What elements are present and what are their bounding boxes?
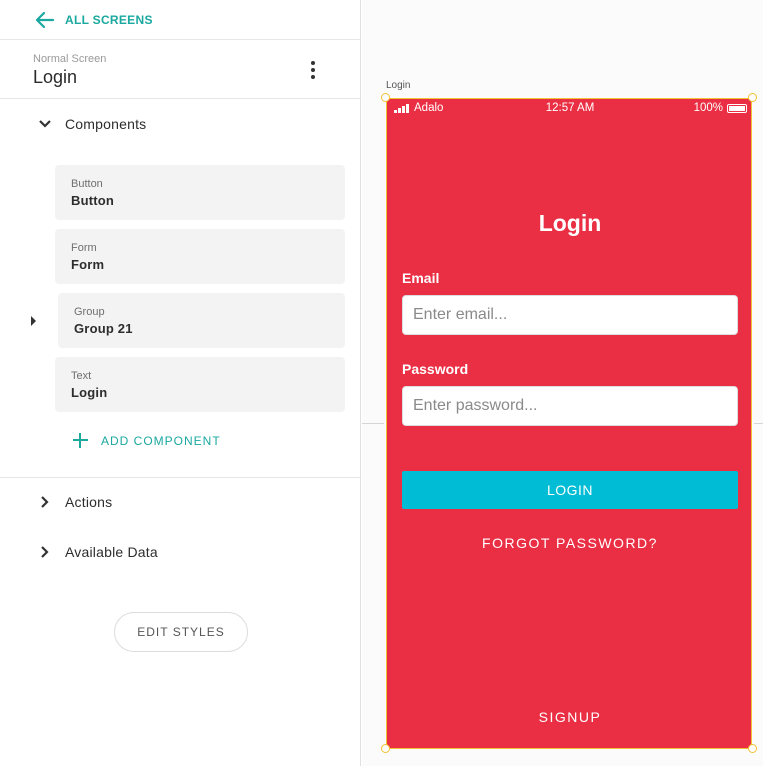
component-item-text[interactable]: Text Login [55, 357, 345, 412]
link-connector [754, 423, 763, 424]
resize-handle[interactable] [381, 93, 390, 102]
component-name: Form [71, 257, 105, 272]
signup-link[interactable]: SIGNUP [387, 709, 751, 725]
link-connector [362, 423, 384, 424]
chevron-right-icon [41, 546, 49, 558]
email-label: Email [402, 270, 440, 286]
password-label: Password [402, 361, 469, 377]
email-input[interactable] [403, 296, 737, 334]
battery-icon [727, 104, 747, 113]
screen-frame[interactable]: Adalo 12:57 AM 100% Login Email Password… [386, 98, 752, 749]
all-screens-link[interactable]: ALL SCREENS [0, 0, 361, 40]
divider [0, 477, 361, 478]
component-name: Login [71, 385, 108, 400]
resize-handle[interactable] [381, 744, 390, 753]
components-label: Components [65, 116, 147, 132]
screen-header: Normal Screen Login [0, 40, 361, 99]
arrow-left-icon [35, 11, 55, 29]
actions-label: Actions [65, 494, 113, 510]
battery-percent: 100% [693, 102, 723, 114]
status-bar: Adalo 12:57 AM 100% [387, 99, 751, 119]
add-component-button[interactable]: ADD COMPONENT [70, 430, 270, 452]
chevron-down-icon [39, 120, 51, 128]
email-field[interactable] [402, 295, 738, 335]
component-item-button[interactable]: Button Button [55, 165, 345, 220]
password-input[interactable] [403, 387, 737, 425]
component-name: Button [71, 193, 115, 208]
component-type: Text [71, 370, 92, 382]
caret-right-icon[interactable] [31, 316, 36, 326]
more-options-icon[interactable] [303, 60, 323, 80]
login-title[interactable]: Login [387, 210, 751, 237]
forgot-password-link[interactable]: FORGOT PASSWORD? [387, 535, 751, 551]
component-item-group[interactable]: Group Group 21 [58, 293, 345, 348]
screen-name[interactable]: Login [33, 67, 77, 88]
resize-handle[interactable] [748, 93, 757, 102]
screen-panel: ALL SCREENS Normal Screen Login Componen… [0, 0, 361, 766]
screen-frame-label[interactable]: Login [386, 80, 410, 91]
component-type: Form [71, 242, 97, 254]
available-data-label: Available Data [65, 544, 158, 560]
resize-handle[interactable] [748, 744, 757, 753]
component-name: Group 21 [74, 321, 133, 336]
available-data-section-toggle[interactable]: Available Data [0, 537, 361, 567]
password-field[interactable] [402, 386, 738, 426]
chevron-right-icon [41, 496, 49, 508]
actions-section-toggle[interactable]: Actions [0, 487, 361, 517]
all-screens-label: ALL SCREENS [65, 13, 153, 27]
screen-type: Normal Screen [33, 53, 107, 65]
plus-icon [73, 433, 88, 448]
component-type: Button [71, 178, 103, 190]
component-item-form[interactable]: Form Form [55, 229, 345, 284]
login-button[interactable]: LOGIN [402, 471, 738, 509]
component-type: Group [74, 306, 105, 318]
edit-styles-button[interactable]: EDIT STYLES [114, 612, 248, 652]
app-root: ALL SCREENS Normal Screen Login Componen… [0, 0, 763, 766]
components-section-toggle[interactable]: Components [0, 109, 361, 139]
add-component-label: ADD COMPONENT [101, 434, 221, 448]
